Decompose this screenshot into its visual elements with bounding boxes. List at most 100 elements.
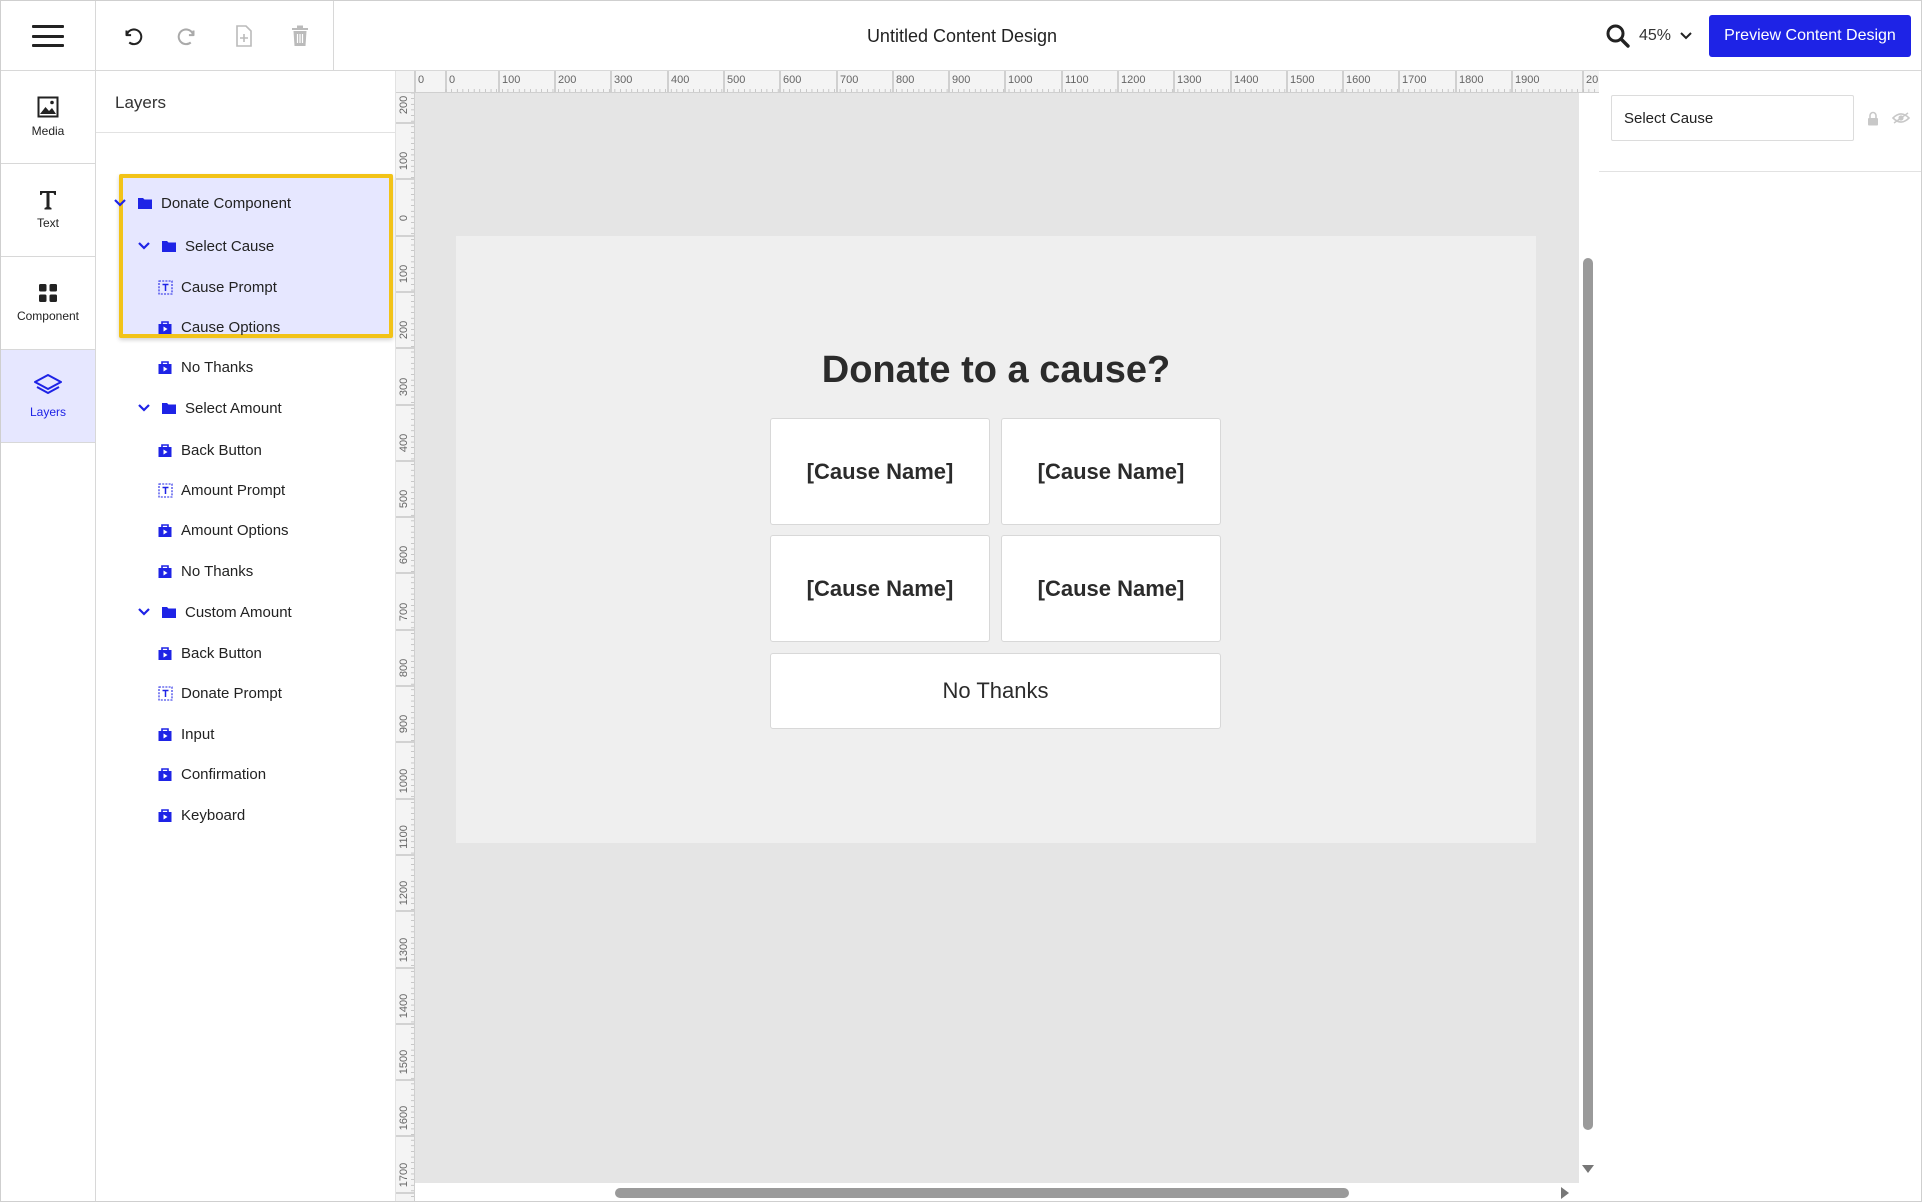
layer-label: Back Button bbox=[181, 441, 262, 459]
scroll-right-arrow-icon[interactable] bbox=[1561, 1187, 1569, 1199]
ruler-tick-label: 0 bbox=[418, 74, 424, 86]
folder-icon bbox=[161, 400, 177, 416]
ruler-horizontal-ticks: 0 0 100 200 300 400 500 600 700 800 900 1000 1100 120… bbox=[415, 71, 1598, 92]
layer-row-input[interactable]: Input bbox=[157, 719, 214, 749]
ruler-tick-label: 900 bbox=[952, 74, 970, 86]
design-canvas[interactable]: Donate to a cause? [Cause Name] [Cause N… bbox=[415, 93, 1579, 1183]
ruler-tick-label: 1800 bbox=[1459, 74, 1483, 86]
ruler-tick-label: 800 bbox=[398, 659, 410, 677]
layer-row-back-button[interactable]: Back Button bbox=[157, 435, 262, 465]
layer-row-donate-component[interactable]: Donate Component bbox=[113, 188, 291, 218]
ruler-tick-label: 1500 bbox=[398, 1050, 410, 1074]
layer-row-donate-prompt[interactable]: Donate Prompt bbox=[157, 678, 282, 708]
layer-row-keyboard[interactable]: Keyboard bbox=[157, 800, 245, 830]
layer-label: Amount Options bbox=[181, 521, 289, 539]
chevron-down-icon[interactable] bbox=[137, 605, 151, 619]
ruler-tick-label: 1900 bbox=[1515, 74, 1539, 86]
ruler-tick-label: 1000 bbox=[398, 769, 410, 793]
layer-row-custom-amount[interactable]: Custom Amount bbox=[137, 597, 292, 627]
no-thanks-button[interactable]: No Thanks bbox=[770, 653, 1221, 729]
layer-row-confirmation[interactable]: Confirmation bbox=[157, 759, 266, 789]
layers-panel: Layers Donate Component Select Cause Cause… bbox=[96, 71, 396, 1201]
layer-row-cause-options[interactable]: Cause Options bbox=[157, 312, 280, 342]
eye-icon[interactable] bbox=[1892, 112, 1910, 124]
zoom-control[interactable]: 45% bbox=[1605, 19, 1693, 53]
layer-row-select-cause[interactable]: Select Cause bbox=[137, 231, 274, 261]
text-layer-icon bbox=[157, 482, 173, 498]
layer-name-input[interactable] bbox=[1611, 95, 1854, 141]
search-icon bbox=[1606, 24, 1630, 48]
lock-icon[interactable] bbox=[1867, 111, 1879, 126]
horizontal-scrollbar[interactable] bbox=[415, 1183, 1579, 1201]
ruler-tick-label: 200 bbox=[398, 321, 410, 339]
folder-icon bbox=[137, 195, 153, 211]
ruler-tick-label: 700 bbox=[398, 603, 410, 621]
ruler-tick-label: 900 bbox=[398, 715, 410, 733]
layer-label: Donate Component bbox=[161, 194, 292, 212]
ruler-horizontal[interactable]: 0 0 100 200 300 400 500 600 700 800 900 1000 1100 120… bbox=[415, 71, 1599, 93]
cause-option-button[interactable]: [Cause Name] bbox=[1001, 418, 1221, 525]
redo-button[interactable] bbox=[172, 20, 204, 52]
vertical-scrollbar[interactable] bbox=[1579, 93, 1599, 1183]
rail-item-component[interactable]: Component bbox=[1, 257, 95, 350]
delete-button[interactable] bbox=[284, 20, 316, 52]
layer-row-cause-prompt[interactable]: Cause Prompt bbox=[157, 272, 277, 302]
ruler-tick-label: 400 bbox=[398, 434, 410, 452]
ruler-tick-label: 0 bbox=[398, 215, 410, 221]
ruler-tick-label: 1100 bbox=[1065, 74, 1089, 86]
component-icon bbox=[157, 645, 173, 661]
horizontal-scroll-thumb[interactable] bbox=[615, 1188, 1349, 1198]
layer-label: Cause Prompt bbox=[181, 278, 277, 296]
scroll-down-arrow-icon[interactable] bbox=[1582, 1165, 1594, 1173]
chevron-down-icon[interactable] bbox=[137, 239, 151, 253]
edit-toolbar bbox=[96, 1, 334, 71]
document-title[interactable]: Untitled Content Design bbox=[867, 26, 1057, 46]
layer-row-select-amount[interactable]: Select Amount bbox=[137, 393, 282, 423]
layer-row-amount-options[interactable]: Amount Options bbox=[157, 515, 289, 545]
chevron-down-icon[interactable] bbox=[137, 401, 151, 415]
chevron-down-icon[interactable] bbox=[113, 196, 127, 210]
cause-option-button[interactable]: [Cause Name] bbox=[1001, 535, 1221, 642]
ruler-tick-label: 1200 bbox=[398, 881, 410, 905]
component-icon bbox=[157, 563, 173, 579]
rail-item-media[interactable]: Media bbox=[1, 71, 95, 164]
folder-icon bbox=[161, 238, 177, 254]
layer-label: Custom Amount bbox=[185, 603, 292, 621]
layer-row-amount-prompt[interactable]: Amount Prompt bbox=[157, 475, 285, 505]
ruler-tick-label: 100 bbox=[398, 265, 410, 283]
layer-label: Amount Prompt bbox=[181, 481, 286, 499]
component-icon bbox=[157, 766, 173, 782]
chevron-down-icon bbox=[1680, 32, 1692, 40]
grid-icon bbox=[39, 284, 57, 302]
component-icon bbox=[157, 807, 173, 823]
main-menu-button[interactable] bbox=[1, 1, 96, 71]
ruler-tick-label: 700 bbox=[840, 74, 858, 86]
cause-prompt-text[interactable]: Donate to a cause? bbox=[456, 349, 1536, 392]
rail-item-label: Component bbox=[16, 309, 80, 323]
layer-label: Select Amount bbox=[185, 399, 282, 417]
properties-panel bbox=[1599, 71, 1921, 1201]
preview-content-design-button[interactable]: Preview Content Design bbox=[1709, 15, 1911, 57]
vertical-scroll-thumb[interactable] bbox=[1583, 258, 1593, 1130]
ruler-tick-label: 1300 bbox=[1177, 74, 1201, 86]
ruler-vertical[interactable]: 200 100 0 100 200 300 400 500 600 700 800 900 1000 11… bbox=[396, 93, 415, 1201]
text-icon bbox=[40, 191, 56, 210]
layer-row-no-thanks[interactable]: No Thanks bbox=[157, 352, 253, 382]
ruler-tick-label: 1200 bbox=[1121, 74, 1145, 86]
layer-row-no-thanks[interactable]: No Thanks bbox=[157, 556, 253, 586]
cause-option-button[interactable]: [Cause Name] bbox=[770, 535, 990, 642]
layer-row-back-button[interactable]: Back Button bbox=[157, 638, 262, 668]
artboard-select-cause[interactable]: Donate to a cause? [Cause Name] [Cause N… bbox=[456, 236, 1536, 843]
rail-item-layers[interactable]: Layers bbox=[1, 350, 95, 443]
duplicate-button[interactable] bbox=[228, 20, 260, 52]
rail-item-label: Media bbox=[31, 124, 65, 138]
component-icon bbox=[157, 522, 173, 538]
ruler-tick-label: 500 bbox=[398, 490, 410, 508]
ruler-tick-label: 1400 bbox=[398, 994, 410, 1018]
rail-item-text[interactable]: Text bbox=[1, 164, 95, 257]
cause-option-button[interactable]: [Cause Name] bbox=[770, 418, 990, 525]
app-window: Untitled Content Design 45% Preview Cont… bbox=[0, 0, 1922, 1202]
component-icon bbox=[157, 359, 173, 375]
layer-label: Cause Options bbox=[181, 318, 281, 336]
undo-button[interactable] bbox=[116, 20, 148, 52]
